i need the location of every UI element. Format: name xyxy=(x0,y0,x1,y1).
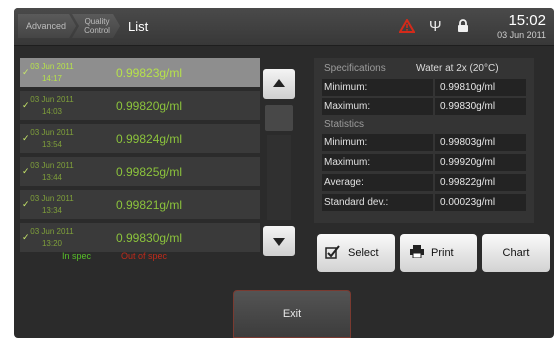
statistics-header: Statistics xyxy=(322,116,526,133)
header-bar: Advanced Quality Control List Ψ 15:02 03… xyxy=(14,8,554,46)
check-icon: ✓ xyxy=(22,166,30,176)
details-panel: Specifications Water at 2x (20°C) Minimu… xyxy=(314,58,534,223)
result-date: 03 Jun 2011 13:44 xyxy=(30,161,74,182)
result-row[interactable]: ✓ 03 Jun 2011 13:20 0.99830g/ml xyxy=(20,223,260,254)
breadcrumb-advanced[interactable]: Advanced xyxy=(18,14,76,38)
scrollbar-thumb[interactable] xyxy=(265,105,293,131)
stat-maximum-value: 0.99920g/ml xyxy=(440,157,496,168)
stat-stddev-row: Standard dev.: 0.00023g/ml xyxy=(322,194,526,211)
print-button[interactable]: Print xyxy=(400,234,477,272)
scroll-up-button[interactable] xyxy=(263,69,295,99)
check-icon: ✓ xyxy=(22,199,30,209)
chart-button[interactable]: Chart xyxy=(482,234,550,272)
stat-minimum-label: Minimum: xyxy=(324,137,368,148)
result-row[interactable]: ✓ 03 Jun 2011 14:03 0.99820g/ml xyxy=(20,91,260,122)
stat-stddev-label: Standard dev.: xyxy=(324,197,389,208)
arrow-up-icon xyxy=(273,79,285,87)
spec-minimum-row: Minimum: 0.99810g/ml xyxy=(322,79,526,96)
result-date: 03 Jun 2011 13:34 xyxy=(30,194,74,215)
print-label: Print xyxy=(431,247,454,259)
scroll-down-button[interactable] xyxy=(263,226,295,256)
stat-stddev-value: 0.00023g/ml xyxy=(440,197,496,208)
exit-button[interactable]: Exit xyxy=(233,290,351,338)
select-button[interactable]: Select xyxy=(317,234,395,272)
page-title: List xyxy=(128,18,149,34)
specifications-label: Specifications xyxy=(324,63,386,74)
clock-date: 03 Jun 2011 xyxy=(497,30,546,40)
spec-maximum-value: 0.99830g/ml xyxy=(440,101,496,112)
checkbox-icon xyxy=(325,244,341,262)
select-label: Select xyxy=(348,247,379,259)
breadcrumb-quality-control[interactable]: Quality Control xyxy=(72,14,120,38)
result-value: 0.99820g/ml xyxy=(116,99,183,113)
legend-out-of-spec: Out of spec xyxy=(121,251,168,261)
stat-average-label: Average: xyxy=(324,177,364,188)
result-value: 0.99824g/ml xyxy=(116,132,183,146)
instrument-screen: Advanced Quality Control List Ψ 15:02 03… xyxy=(14,8,554,338)
stat-maximum-label: Maximum: xyxy=(324,157,371,168)
usb-icon: Ψ xyxy=(429,18,442,35)
arrow-down-icon xyxy=(273,238,285,246)
statistics-label: Statistics xyxy=(324,119,365,130)
result-value: 0.99825g/ml xyxy=(116,165,183,179)
clock-time: 15:02 xyxy=(508,12,546,29)
result-value: 0.99823g/ml xyxy=(116,66,183,80)
result-date: 03 Jun 2011 13:54 xyxy=(30,128,74,149)
scrollbar-track[interactable] xyxy=(267,135,291,220)
breadcrumb-quality-line2: Control xyxy=(84,26,110,35)
result-row[interactable]: ✓ 03 Jun 2011 13:54 0.99824g/ml xyxy=(20,124,260,155)
check-icon: ✓ xyxy=(22,67,30,77)
printer-icon xyxy=(410,245,424,261)
stat-maximum-row: Maximum: 0.99920g/ml xyxy=(322,154,526,171)
specifications-header: Specifications Water at 2x (20°C) xyxy=(322,60,526,77)
spec-minimum-label: Minimum: xyxy=(324,82,368,93)
stat-average-value: 0.99822g/ml xyxy=(440,177,496,188)
result-row[interactable]: ✓ 03 Jun 2011 14:17 0.99823g/ml xyxy=(20,58,260,89)
chart-label: Chart xyxy=(502,247,530,259)
warning-icon[interactable] xyxy=(398,18,416,38)
result-value: 0.99821g/ml xyxy=(116,198,183,212)
specifications-value: Water at 2x (20°C) xyxy=(416,63,499,74)
result-row[interactable]: ✓ 03 Jun 2011 13:34 0.99821g/ml xyxy=(20,190,260,221)
breadcrumb: Advanced Quality Control List xyxy=(18,14,148,38)
spec-maximum-row: Maximum: 0.99830g/ml xyxy=(322,98,526,115)
result-date: 03 Jun 2011 14:17 xyxy=(30,62,74,83)
check-icon: ✓ xyxy=(22,133,30,143)
result-value: 0.99830g/ml xyxy=(116,231,183,245)
breadcrumb-quality-line1: Quality xyxy=(84,17,110,26)
lock-icon[interactable] xyxy=(457,19,469,38)
spec-maximum-label: Maximum: xyxy=(324,101,371,112)
result-date: 03 Jun 2011 13:20 xyxy=(30,227,74,248)
stat-minimum-value: 0.99803g/ml xyxy=(440,137,496,148)
results-list: ✓ 03 Jun 2011 14:17 0.99823g/ml ✓ 03 Jun … xyxy=(20,58,260,258)
legend-in-spec: In spec xyxy=(62,251,92,261)
spec-minimum-value: 0.99810g/ml xyxy=(440,82,496,93)
check-icon: ✓ xyxy=(22,232,30,242)
result-date: 03 Jun 2011 14:03 xyxy=(30,95,74,116)
stat-average-row: Average: 0.99822g/ml xyxy=(322,174,526,191)
check-icon: ✓ xyxy=(22,100,30,110)
stat-minimum-row: Minimum: 0.99803g/ml xyxy=(322,134,526,151)
result-row[interactable]: ✓ 03 Jun 2011 13:44 0.99825g/ml xyxy=(20,157,260,188)
